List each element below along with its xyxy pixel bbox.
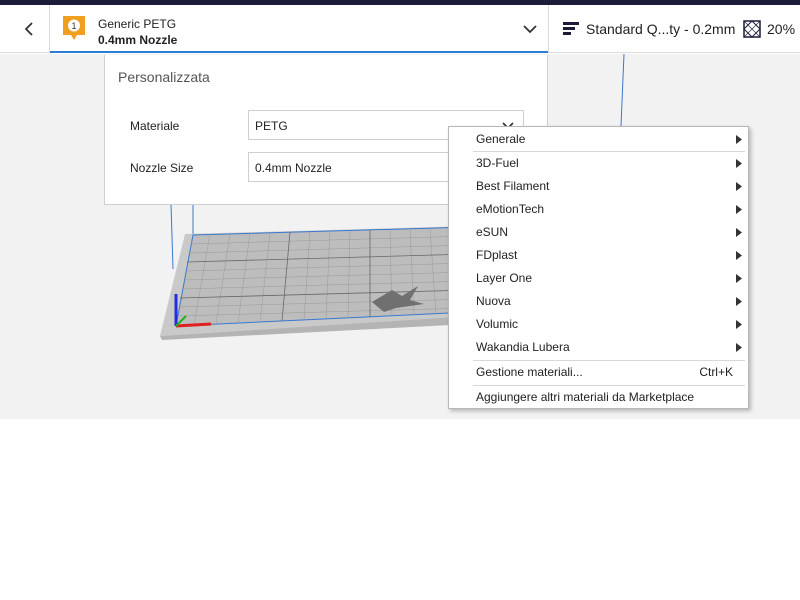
infill-percentage: 20% <box>767 21 796 37</box>
extruder-number: 1 <box>71 21 76 31</box>
submenu-arrow-icon <box>736 297 742 306</box>
chevron-left-icon <box>24 22 33 36</box>
menu-item-label: 3D-Fuel <box>476 156 519 170</box>
print-profile-icon <box>563 22 579 35</box>
menu-item-label: Layer One <box>476 271 533 285</box>
menu-item-generale[interactable]: Generale <box>450 128 747 151</box>
print-profile-label: Standard Q...ty - 0.2mm <box>586 21 736 37</box>
submenu-arrow-icon <box>736 343 742 352</box>
menu-item-marketplace[interactable]: Aggiungere altri materiali da Marketplac… <box>450 386 747 409</box>
submenu-arrow-icon <box>736 135 742 144</box>
submenu-arrow-icon <box>736 251 742 260</box>
menu-item-volumic[interactable]: Volumic <box>450 313 747 336</box>
selected-nozzle-name: 0.4mm Nozzle <box>98 33 178 47</box>
menu-item-label: Generale <box>476 132 526 146</box>
menu-item-label: Wakandia Lubera <box>476 340 570 354</box>
menu-item-3d-fuel[interactable]: 3D-Fuel <box>450 152 747 175</box>
submenu-arrow-icon <box>736 274 742 283</box>
menu-item-label: Best Filament <box>476 179 550 193</box>
menu-item-manage-materials[interactable]: Gestione materiali... Ctrl+K <box>450 361 747 384</box>
selected-material-name: Generic PETG <box>98 17 177 31</box>
panel-title: Personalizzata <box>118 69 210 85</box>
menu-item-esun[interactable]: eSUN <box>450 221 747 244</box>
material-field-label: Materiale <box>130 119 180 133</box>
infill-icon <box>743 20 761 38</box>
extruder-material-selector[interactable]: 1 Generic PETG 0.4mm Nozzle <box>50 5 548 53</box>
menu-item-label: eMotionTech <box>476 202 545 216</box>
menu-item-label: Nuova <box>476 294 511 308</box>
menu-item-label: FDplast <box>476 248 518 262</box>
extruder-badge-icon: 1 <box>63 16 85 40</box>
submenu-arrow-icon <box>736 205 742 214</box>
chevron-down-icon <box>523 25 537 34</box>
submenu-arrow-icon <box>736 320 742 329</box>
menu-item-nuova[interactable]: Nuova <box>450 290 747 313</box>
menu-item-shortcut: Ctrl+K <box>699 365 733 379</box>
print-setup-toolbar: 1 Generic PETG 0.4mm Nozzle Standard Q..… <box>0 5 800 53</box>
submenu-arrow-icon <box>736 159 742 168</box>
menu-item-label: Volumic <box>476 317 519 331</box>
nozzle-size-label: Nozzle Size <box>130 161 194 175</box>
material-context-menu: Generale 3D-Fuel Best Filament eMotionTe… <box>448 126 749 409</box>
menu-item-wakandia-lubera[interactable]: Wakandia Lubera <box>450 336 747 359</box>
menu-item-label: Aggiungere altri materiali da Marketplac… <box>476 390 695 404</box>
menu-item-label: Gestione materiali... <box>476 365 583 379</box>
menu-item-label: eSUN <box>476 225 509 239</box>
nozzle-size-value: 0.4mm Nozzle <box>255 161 332 175</box>
menu-item-best-filament[interactable]: Best Filament <box>450 175 747 198</box>
back-button[interactable] <box>14 15 46 43</box>
print-profile-selector[interactable]: Standard Q...ty - 0.2mm 20% <box>549 5 800 53</box>
menu-item-emotiontech[interactable]: eMotionTech <box>450 198 747 221</box>
submenu-arrow-icon <box>736 182 742 191</box>
material-dropdown-value: PETG <box>255 119 288 133</box>
submenu-arrow-icon <box>736 228 742 237</box>
menu-item-fdplast[interactable]: FDplast <box>450 244 747 267</box>
menu-item-layer-one[interactable]: Layer One <box>450 267 747 290</box>
